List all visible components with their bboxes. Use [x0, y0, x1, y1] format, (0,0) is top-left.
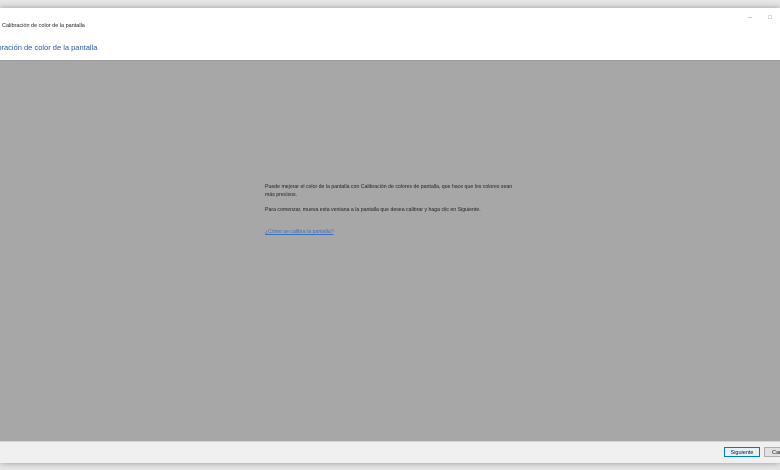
page-title: libración de color de la pantalla — [0, 43, 98, 52]
cancel-button[interactable]: Cancelar — [764, 447, 780, 457]
wizard-footer: Siguiente Cancelar — [0, 441, 780, 463]
start-paragraph: Para comenzar, mueva esta ventana a la p… — [265, 207, 481, 214]
wizard-content: Puede mejorar el color de la pantalla co… — [0, 60, 780, 442]
title-bar[interactable]: Calibración de color de la pantalla – □ — [0, 8, 780, 38]
window-title: Calibración de color de la pantalla — [2, 23, 85, 29]
window-controls: – □ — [740, 12, 780, 24]
minimize-button[interactable]: – — [740, 12, 760, 24]
help-link[interactable]: ¿Cómo se calibra la pantalla? — [265, 229, 334, 237]
calibration-window: Calibración de color de la pantalla – □ … — [0, 8, 780, 463]
instructions: Puede mejorar el color de la pantalla co… — [265, 184, 515, 236]
wizard-header: libración de color de la pantalla — [0, 38, 780, 60]
intro-paragraph: Puede mejorar el color de la pantalla co… — [265, 184, 513, 198]
next-button[interactable]: Siguiente — [724, 447, 760, 457]
restore-button[interactable]: □ — [760, 12, 780, 24]
